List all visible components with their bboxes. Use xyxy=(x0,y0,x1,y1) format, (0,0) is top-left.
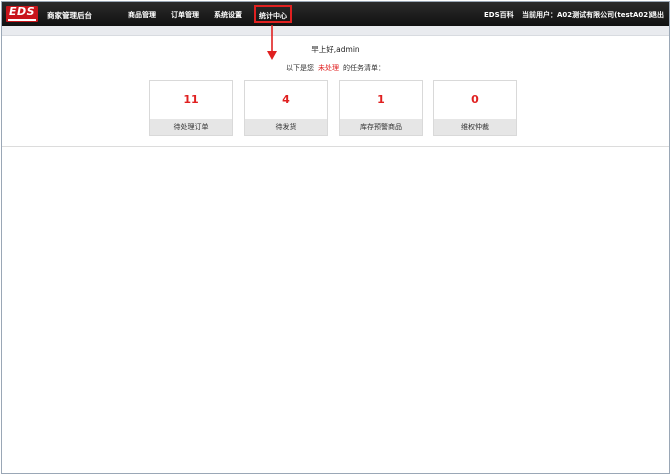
card-label: 待处理订单 xyxy=(150,119,232,135)
logo-text: EDS xyxy=(8,6,36,18)
nav-item-statistics[interactable]: 统计中心 xyxy=(254,5,292,23)
current-user-label: 当前用户：A02测试有限公司(testA02) xyxy=(522,11,652,19)
task-list-heading: 以下是您 未处理 的任务清单： xyxy=(2,63,669,73)
top-navigation-bar: EDS 商家管理后台 商品管理 订单管理 系统设置 统计中心 EDS百科 当前用… xyxy=(2,2,669,26)
annotation-arrow-icon xyxy=(267,25,277,60)
card-value: 1 xyxy=(377,93,385,106)
card-pending-orders[interactable]: 11 待处理订单 xyxy=(149,80,233,136)
card-value: 0 xyxy=(471,93,479,106)
sub-toolbar xyxy=(2,26,669,36)
card-label: 库存预警商品 xyxy=(340,119,422,135)
card-to-ship[interactable]: 4 待发货 xyxy=(244,80,328,136)
logo-underline xyxy=(8,19,36,21)
card-arbitration[interactable]: 0 维权仲裁 xyxy=(433,80,517,136)
tasks-suffix: 的任务清单： xyxy=(343,64,385,72)
greeting-text: 早上好,admin xyxy=(311,45,360,54)
brand-title: 商家管理后台 xyxy=(47,11,92,20)
card-label: 待发货 xyxy=(245,119,327,135)
eds-baike-link[interactable]: EDS百科 xyxy=(484,10,514,20)
content-divider xyxy=(2,146,669,147)
logout-link[interactable]: 退出 xyxy=(650,10,664,20)
tasks-highlight: 未处理 xyxy=(318,64,339,72)
card-stock-warning[interactable]: 1 库存预警商品 xyxy=(339,80,423,136)
nav-item-orders[interactable]: 订单管理 xyxy=(171,10,199,20)
eds-logo[interactable]: EDS xyxy=(6,6,38,22)
nav-item-settings[interactable]: 系统设置 xyxy=(214,10,242,20)
nav-item-products[interactable]: 商品管理 xyxy=(128,10,156,20)
task-cards: 11 待处理订单 4 待发货 1 库存预警商品 0 维权仲裁 xyxy=(2,80,669,136)
card-value: 4 xyxy=(282,93,290,106)
card-label: 维权仲裁 xyxy=(434,119,516,135)
app-window: EDS 商家管理后台 商品管理 订单管理 系统设置 统计中心 EDS百科 当前用… xyxy=(1,1,670,474)
card-value: 11 xyxy=(183,93,199,106)
tasks-prefix: 以下是您 xyxy=(286,64,314,72)
